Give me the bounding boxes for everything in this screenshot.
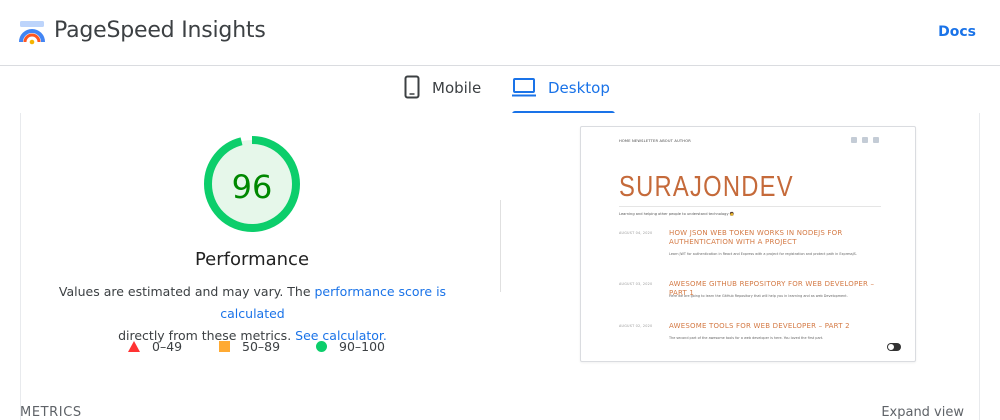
docs-link[interactable]: Docs [938,24,976,40]
preview-post-date: AUGUST 04, 2020 [619,231,653,235]
performance-score: 96 [231,168,273,206]
app-header: PageSpeed Insights Docs [0,0,1000,66]
preview-post-title: HOW JSON WEB TOKEN WORKS IN NODEJS FOR A… [669,229,843,246]
score-legend: 0–49 50–89 90–100 [0,339,500,357]
tab-desktop-label: Desktop [548,79,610,97]
performance-title: Performance [194,249,310,270]
performance-description: Values are estimated and may vary. The p… [40,281,465,347]
preview-post-excerpt: Learn JWT for authentication in React an… [669,252,857,256]
desc-prefix: Values are estimated and may vary. The [58,284,315,299]
triangle-icon [128,341,140,352]
legend-average: 50–89 [219,339,280,354]
laptop-icon [512,78,536,97]
legend-average-range: 50–89 [242,339,281,354]
tab-desktop[interactable]: Desktop [512,75,615,114]
app-title[interactable]: PageSpeed Insights [54,18,266,43]
legend-fail: 0–49 [128,339,182,354]
legend-pass-range: 90–100 [339,339,386,354]
preview-post-excerpt: The second part of the awesome tools for… [669,336,824,340]
legend-pass: 90–100 [316,339,385,354]
preview-theme-toggle [887,343,901,351]
expand-view-button[interactable]: Expand view [881,405,964,420]
tab-mobile-label: Mobile [432,79,482,97]
preview-brand: SURAJONDEV [619,171,794,203]
tab-mobile[interactable]: Mobile [404,75,481,113]
pagespeed-logo-icon[interactable] [18,18,46,46]
preview-tagline: Learning and helping other people to und… [619,212,735,216]
linkedin-icon [862,137,868,143]
preview-post-excerpt: Here we are going to learn the GitHub Re… [669,294,848,298]
vertical-divider [500,200,501,292]
github-icon [873,137,879,143]
preview-brand-divider [619,206,881,207]
twitter-icon [851,137,857,143]
device-tabs: Mobile Desktop [0,67,1000,114]
preview-post-date: AUGUST 03, 2020 [619,282,653,286]
legend-fail-range: 0–49 [152,339,183,354]
square-icon [219,341,230,352]
page-screenshot-preview: HOME NEWSLETTER ABOUT AUTHOR SURAJONDEV … [580,126,916,362]
preview-social-icons [851,137,879,143]
circle-icon [316,341,327,352]
preview-nav: HOME NEWSLETTER ABOUT AUTHOR [619,139,691,143]
preview-post-title: AWESOME TOOLS FOR WEB DEVELOPER – PART 2 [669,322,850,330]
metrics-heading: METRICS [20,405,82,420]
phone-icon [404,75,420,99]
preview-post-date: AUGUST 02, 2020 [619,324,653,328]
